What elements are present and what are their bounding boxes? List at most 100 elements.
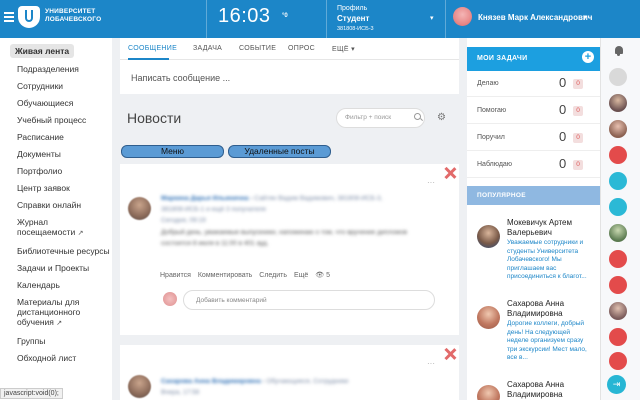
post-body: Добрый день, уважаемые выпускники, напом… xyxy=(161,229,408,236)
close-icon[interactable] xyxy=(444,167,456,179)
university-logo-text[interactable]: УНИВЕРСИТЕТ ЛОБАЧЕВСКОГО xyxy=(45,8,101,24)
my-tasks-header[interactable]: МОИ ЗАДАЧИ xyxy=(467,47,600,71)
task-row-watching[interactable]: Наблюдаю 0 0 xyxy=(467,152,600,178)
avatar[interactable] xyxy=(477,306,500,329)
chevron-down-icon[interactable]: ▾ xyxy=(430,14,434,22)
user-name[interactable]: Князев Марк Александрович xyxy=(478,13,592,22)
sidebar-item-portfolio[interactable]: Портфолио xyxy=(0,162,112,179)
comment-button[interactable]: Комментировать xyxy=(198,272,253,279)
popular-author[interactable]: Сахарова Анна Владимировна xyxy=(507,299,597,319)
tab-more[interactable]: ЕЩЁ ▾ xyxy=(332,45,355,53)
status-badge: 0 xyxy=(573,106,583,116)
avatar[interactable] xyxy=(609,68,627,86)
avatar[interactable] xyxy=(609,276,627,294)
filter-search-input[interactable]: Фильтр + поиск xyxy=(336,108,425,128)
more-options-icon[interactable]: ··· xyxy=(427,359,435,368)
follow-button[interactable]: Следить xyxy=(259,272,287,279)
logout-icon[interactable]: ⇥ xyxy=(607,375,626,394)
avatar[interactable] xyxy=(609,198,627,216)
profile-switcher[interactable]: Профиль Студент 381808-ИСБ-3 xyxy=(337,4,437,34)
sidebar-item-calendar[interactable]: Календарь xyxy=(0,276,112,293)
popular-snippet[interactable]: Дорогие коллеги, добрый день! На следующ… xyxy=(507,320,599,363)
sidebar-item-attendance[interactable]: Журнал посещаемости ↗ xyxy=(0,213,112,242)
active-tab-indicator xyxy=(128,58,169,60)
university-logo-icon[interactable] xyxy=(18,6,40,28)
status-bar-url: javascript:void(0); xyxy=(0,388,63,399)
more-button[interactable]: Ещё xyxy=(294,272,308,279)
sidebar-item-schedule[interactable]: Расписание xyxy=(0,128,112,145)
popular-author[interactable]: Мокевичук Артем Валерьевич xyxy=(507,218,597,238)
post-body: состоится 8 июля в 11:00 в 401 ауд. xyxy=(161,240,269,247)
tab-event[interactable]: СОБЫТИЕ xyxy=(239,45,276,52)
page-title: Новости xyxy=(127,110,182,126)
avatar[interactable] xyxy=(128,375,151,398)
avatar xyxy=(163,292,177,306)
post-recipients: 381808-ИСБ-1 и ещё 3 получателя xyxy=(161,206,266,213)
sidebar-item-documents[interactable]: Документы xyxy=(0,145,112,162)
avatar[interactable] xyxy=(609,94,627,112)
sidebar-item-request-center[interactable]: Центр заявок xyxy=(0,179,112,196)
post-header: Маркина Дарья Ильинична › Сайтян Вадим В… xyxy=(161,195,383,202)
tab-poll[interactable]: ОПРОС xyxy=(288,45,315,52)
bell-icon[interactable] xyxy=(613,45,624,56)
sidebar-item-clearance-sheet[interactable]: Обходной лист xyxy=(0,349,112,366)
deleted-posts-button[interactable]: Удаленные посты xyxy=(228,145,331,158)
add-task-button[interactable]: + xyxy=(582,51,594,63)
tab-message[interactable]: СООБЩЕНИЕ xyxy=(128,45,177,52)
message-input[interactable]: Написать сообщение ... xyxy=(131,73,230,83)
avatar[interactable] xyxy=(609,120,627,138)
sidebar-item-certificates[interactable]: Справки онлайн xyxy=(0,196,112,213)
views-count: 👁 5 xyxy=(315,272,330,279)
popular-author[interactable]: Сахарова Анна Владимировна xyxy=(507,380,597,400)
top-header: УНИВЕРСИТЕТ ЛОБАЧЕВСКОГО 16:03 °0 Профил… xyxy=(0,0,640,38)
composer-tabs: СООБЩЕНИЕ ЗАДАЧА СОБЫТИЕ ОПРОС ЕЩЁ ▾ xyxy=(120,38,459,60)
avatar[interactable] xyxy=(128,197,151,220)
header-divider xyxy=(326,0,327,38)
post-date: Вчера, 17:58 xyxy=(161,389,200,396)
avatar[interactable] xyxy=(609,146,627,164)
menu-icon[interactable] xyxy=(4,12,14,22)
tab-task[interactable]: ЗАДАЧА xyxy=(193,45,222,52)
comment-input[interactable]: Добавить комментарий xyxy=(183,290,435,310)
close-icon[interactable] xyxy=(444,348,456,360)
sidebar-item-distance-learning[interactable]: Материалы для дистанционного обучения ↗ xyxy=(0,293,112,332)
task-row-helping[interactable]: Помогаю 0 0 xyxy=(467,98,600,124)
avatar[interactable] xyxy=(609,302,627,320)
more-options-icon[interactable]: ··· xyxy=(427,178,435,187)
sidebar-item-groups[interactable]: Группы xyxy=(0,332,112,349)
header-divider xyxy=(445,0,446,38)
chevron-down-icon: ▾ xyxy=(351,46,355,53)
menu-button[interactable]: Меню xyxy=(121,145,224,158)
sidebar-item-staff[interactable]: Сотрудники xyxy=(0,77,112,94)
left-sidebar: Живая лента Подразделения Сотрудники Обу… xyxy=(0,38,112,400)
sidebar-item-students[interactable]: Обучающиеся xyxy=(0,94,112,111)
feed-post: ··· Сахарова Анна Владимировна › Обучающ… xyxy=(120,345,459,400)
post-date: Сегодня, 09:19 xyxy=(161,217,206,224)
header-divider xyxy=(206,0,207,38)
avatar[interactable] xyxy=(609,250,627,268)
sidebar-item-library[interactable]: Библиотечные ресурсы xyxy=(0,242,112,259)
right-panel: МОИ ЗАДАЧИ + Делаю 0 0 Помогаю 0 0 Поруч… xyxy=(467,38,600,400)
avatar[interactable] xyxy=(477,225,500,248)
avatar[interactable] xyxy=(477,385,500,400)
gear-icon[interactable]: ⚙ xyxy=(437,112,446,123)
popular-header: ПОПУЛЯРНОЕ xyxy=(467,186,600,205)
sidebar-item-live-feed[interactable]: Живая лента xyxy=(10,44,112,58)
status-badge: 0 xyxy=(573,160,583,170)
avatar[interactable] xyxy=(609,352,627,370)
search-icon[interactable] xyxy=(414,113,421,120)
like-button[interactable]: Нравится xyxy=(160,272,191,279)
avatar[interactable] xyxy=(609,328,627,346)
popular-snippet[interactable]: Уважаемые сотрудники и студенты Универси… xyxy=(507,239,599,282)
chevron-down-icon[interactable]: ▾ xyxy=(583,13,587,21)
sidebar-item-departments[interactable]: Подразделения xyxy=(0,60,112,77)
sidebar-item-study-process[interactable]: Учебный процесс xyxy=(0,111,112,128)
task-row-assigned[interactable]: Поручил 0 0 xyxy=(467,125,600,151)
sidebar-item-tasks-projects[interactable]: Задачи и Проекты xyxy=(0,259,112,276)
status-badge: 0 xyxy=(573,79,583,89)
user-avatar[interactable] xyxy=(453,7,472,26)
header-clock: 16:03 xyxy=(218,5,271,27)
avatar[interactable] xyxy=(609,172,627,190)
avatar[interactable] xyxy=(609,224,627,242)
task-row-doing[interactable]: Делаю 0 0 xyxy=(467,71,600,97)
